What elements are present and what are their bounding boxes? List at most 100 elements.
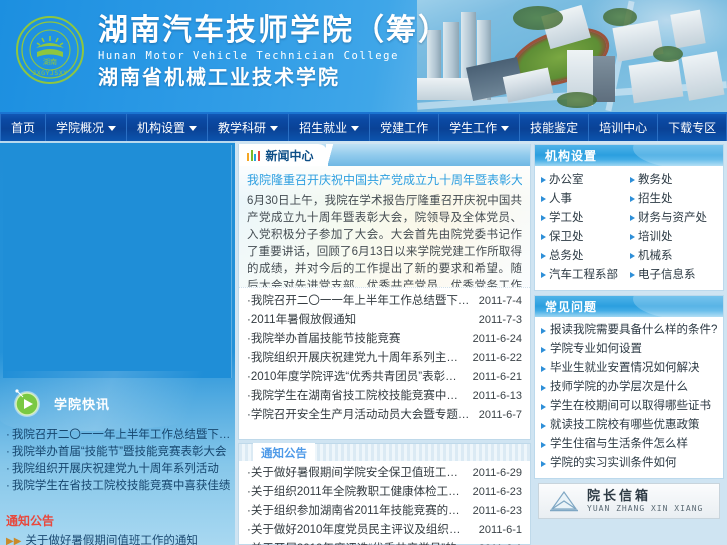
faq-link[interactable]: 技师学院的办学层次是什么 bbox=[541, 378, 718, 397]
panel-title: 机构设置 bbox=[545, 149, 598, 163]
news-date: 2011-6-24 bbox=[472, 333, 522, 345]
triangle-right-icon bbox=[541, 441, 546, 448]
department-link[interactable]: 办公室 bbox=[541, 172, 630, 188]
faq-label: 就读技工院校有哪些优惠政策 bbox=[550, 419, 700, 431]
tab-notices[interactable]: 通知公告 bbox=[253, 442, 315, 463]
list-item[interactable]: ▶▶ 关于做好暑假期间值班工作的通知 bbox=[6, 533, 231, 545]
bullet-icon: · bbox=[6, 429, 10, 441]
notice-date: 2011-6-29 bbox=[472, 467, 522, 479]
mailbox-text-block: 院长信箱 YUAN ZHANG XIN XIANG bbox=[587, 488, 703, 514]
department-label: 人事 bbox=[549, 193, 572, 205]
list-item[interactable]: · 我院举办首届“技能节”暨技能竞赛表彰大会 bbox=[6, 444, 231, 461]
table-row[interactable]: ·我院组织开展庆祝建党九十周年系列主题教育活动 2011-6-22 bbox=[247, 349, 522, 368]
department-label: 学工处 bbox=[549, 212, 584, 224]
news-title[interactable]: ·我院召开二〇一一年上半年工作总结暨下半年工作.. bbox=[247, 292, 479, 311]
nav-item-2[interactable]: 机构设置 bbox=[127, 114, 209, 141]
main-navigation[interactable]: 首页 学院概况 机构设置 教学科研 招生就业 党建工作 学生工作 技能鉴定 培训… bbox=[0, 112, 727, 141]
left-news-list: ·我院召开二〇一一年上半年工作总结暨下半年工作部署会... ·我院举办首届“技能… bbox=[6, 427, 231, 495]
news-title[interactable]: ·我院举办首届技能节技能竞赛 bbox=[247, 330, 473, 349]
table-row[interactable]: ·关于做好暑假期间学院安全保卫值班工作的通知 2011-6-29 bbox=[247, 464, 522, 483]
news-title[interactable]: ·2011年暑假放假通知 bbox=[247, 311, 479, 330]
table-row[interactable]: ·我院举办首届技能节技能竞赛 2011-6-24 bbox=[247, 330, 522, 349]
department-link[interactable]: 总务处 bbox=[541, 248, 630, 264]
page-content: 学院快讯 ·我院召开二〇一一年上半年工作总结暨下半年工作部署会... ·我院举办… bbox=[0, 141, 727, 545]
department-link[interactable]: 招生处 bbox=[630, 191, 719, 207]
nav-item-5[interactable]: 党建工作 bbox=[370, 114, 440, 141]
table-row[interactable]: ·学院召开安全生产月活动动员大会暨专题工作会议 2011-6-7 bbox=[247, 406, 522, 425]
department-link[interactable]: 保卫处 bbox=[541, 229, 630, 245]
news-title[interactable]: ·2010年度学院评选“优秀共青团员”表彰先进集体和个人 bbox=[247, 368, 473, 387]
nav-item-6[interactable]: 学生工作 bbox=[439, 114, 521, 141]
department-label: 保卫处 bbox=[549, 231, 584, 243]
notice-title[interactable]: ·关于做好暑假期间学院安全保卫值班工作的通知 bbox=[247, 464, 473, 483]
notice-title[interactable]: ·关于组织2011年全院教职工健康体检工作的通知 bbox=[247, 483, 473, 502]
notice-title[interactable]: ·关于组织参加湖南省2011年技能竞赛的通知 bbox=[247, 502, 473, 521]
news-list: ·我院召开二〇一一年上半年工作总结暨下半年工作.. 2011-7-4 ·2011… bbox=[239, 288, 530, 425]
news-title[interactable]: ·我院学生在湖南省技工院校技能竞赛中喜获佳.. bbox=[247, 387, 473, 406]
chevron-down-icon bbox=[108, 126, 117, 131]
faq-link[interactable]: 学生在校期间可以取得哪些证书 bbox=[541, 397, 718, 416]
featured-news-body: 6月30日上午，我院在学术报告厅隆重召开庆祝中国共产党成立九十周年暨表彰大会，院… bbox=[247, 195, 522, 288]
nav-item-3[interactable]: 教学科研 bbox=[208, 114, 290, 141]
list-item[interactable]: · 我院组织开展庆祝建党九十周年系列活动 bbox=[6, 461, 231, 478]
notice-title[interactable]: ·关于做好2010年度党员民主评议及组织关系排查的通知 bbox=[247, 521, 479, 540]
department-link[interactable]: 培训处 bbox=[630, 229, 719, 245]
left-section-label: 学院快讯 bbox=[54, 396, 111, 412]
nav-label: 招生就业 bbox=[299, 121, 348, 135]
department-link[interactable]: 教务处 bbox=[630, 172, 719, 188]
triangle-right-icon bbox=[541, 215, 546, 221]
list-item-label: 关于做好暑假期间值班工作的通知 bbox=[25, 535, 198, 545]
nav-item-4[interactable]: 招生就业 bbox=[289, 114, 371, 141]
triangle-right-icon bbox=[630, 215, 635, 221]
dean-mailbox-banner[interactable]: 院长信箱 YUAN ZHANG XIN XIANG bbox=[538, 483, 720, 519]
faq-link[interactable]: 毕业生就业安置情况如何解决 bbox=[541, 359, 718, 378]
faq-link[interactable]: 就读技工院校有哪些优惠政策 bbox=[541, 416, 718, 435]
table-row[interactable]: ·关于组织2011年全院教职工健康体检工作的通知 2011-6-23 bbox=[247, 483, 522, 502]
nav-item-1[interactable]: 学院概况 bbox=[46, 114, 128, 141]
news-title[interactable]: ·学院召开安全生产月活动动员大会暨专题工作会议 bbox=[247, 406, 479, 425]
nav-item-8[interactable]: 培训中心 bbox=[589, 114, 659, 141]
department-label: 培训处 bbox=[638, 231, 673, 243]
department-link[interactable]: 汽车工程系部 bbox=[541, 267, 630, 283]
panel-title: 常见问题 bbox=[545, 300, 598, 314]
department-link[interactable]: 人事 bbox=[541, 191, 630, 207]
page-root: 湖南 JXGYJSXY 湖南汽车技师学院（筹） Hunan Motor Vehi… bbox=[0, 0, 727, 545]
faq-link[interactable]: 学院专业如何设置 bbox=[541, 340, 718, 359]
triangle-right-icon bbox=[630, 177, 635, 183]
department-link[interactable]: 电子信息系 bbox=[630, 267, 719, 283]
site-title-english: Hunan Motor Vehicle Technician College bbox=[98, 50, 400, 62]
faq-link[interactable]: 报读我院需要具备什么样的条件? bbox=[541, 321, 718, 340]
department-link[interactable]: 学工处 bbox=[541, 210, 630, 226]
nav-label: 下载专区 bbox=[668, 121, 717, 135]
department-label: 电子信息系 bbox=[638, 269, 696, 281]
table-row[interactable]: ·2011年暑假放假通知 2011-7-3 bbox=[247, 311, 522, 330]
nav-item-9[interactable]: 下载专区 bbox=[658, 114, 727, 141]
notice-title[interactable]: ·关于开展2010年度评选“优秀共产党员”的通知 bbox=[247, 540, 479, 545]
table-row[interactable]: ·关于开展2010年度评选“优秀共产党员”的通知 2011-6-1 bbox=[247, 540, 522, 545]
nav-item-0[interactable]: 首页 bbox=[0, 114, 47, 141]
bullet-icon: · bbox=[6, 480, 10, 492]
notice-tab-bar[interactable]: 通知公告 bbox=[239, 442, 530, 463]
tab-news-center[interactable]: 新闻中心 bbox=[239, 144, 339, 166]
featured-news-headline[interactable]: 我院隆重召开庆祝中国共产党成立九十周年暨表彰大会 bbox=[247, 172, 522, 189]
table-row[interactable]: ·2010年度学院评选“优秀共青团员”表彰先进集体和个人 2011-6-21 bbox=[247, 368, 522, 387]
site-title-block: 湖南汽车技师学院（筹） Hunan Motor Vehicle Technici… bbox=[98, 13, 450, 91]
news-title[interactable]: ·我院组织开展庆祝建党九十周年系列主题教育活动 bbox=[247, 349, 473, 368]
news-tab-bar[interactable]: 新闻中心 bbox=[239, 144, 530, 166]
department-link[interactable]: 机械系 bbox=[630, 248, 719, 264]
list-item[interactable]: ·我院召开二〇一一年上半年工作总结暨下半年工作部署会... bbox=[6, 427, 231, 444]
triangle-right-icon bbox=[541, 460, 546, 467]
table-row[interactable]: ·我院学生在湖南省技工院校技能竞赛中喜获佳.. 2011-6-13 bbox=[247, 387, 522, 406]
table-row[interactable]: ·关于做好2010年度党员民主评议及组织关系排查的通知 2011-6-1 bbox=[247, 521, 522, 540]
faq-panel: 常见问题 报读我院需要具备什么样的条件? 学院专业如何设置 毕业生就业安置情况如… bbox=[534, 295, 724, 479]
table-row[interactable]: ·关于组织参加湖南省2011年技能竞赛的通知 2011-6-23 bbox=[247, 502, 522, 521]
faq-link[interactable]: 学院的实习实训条件如何 bbox=[541, 454, 718, 473]
department-link[interactable]: 财务与资产处 bbox=[630, 210, 719, 226]
faq-link[interactable]: 学生住宿与生活条件怎么样 bbox=[541, 435, 718, 454]
site-title-secondary: 湖南省机械工业技术学院 bbox=[98, 67, 340, 89]
table-row[interactable]: ·我院召开二〇一一年上半年工作总结暨下半年工作.. 2011-7-4 bbox=[247, 292, 522, 311]
news-date: 2011-6-21 bbox=[472, 371, 522, 383]
nav-item-7[interactable]: 技能鉴定 bbox=[520, 114, 590, 141]
list-item[interactable]: · 我院学生在省技工院校技能竞赛中喜获佳绩 bbox=[6, 478, 231, 495]
flash-banner-placeholder[interactable] bbox=[3, 145, 232, 378]
